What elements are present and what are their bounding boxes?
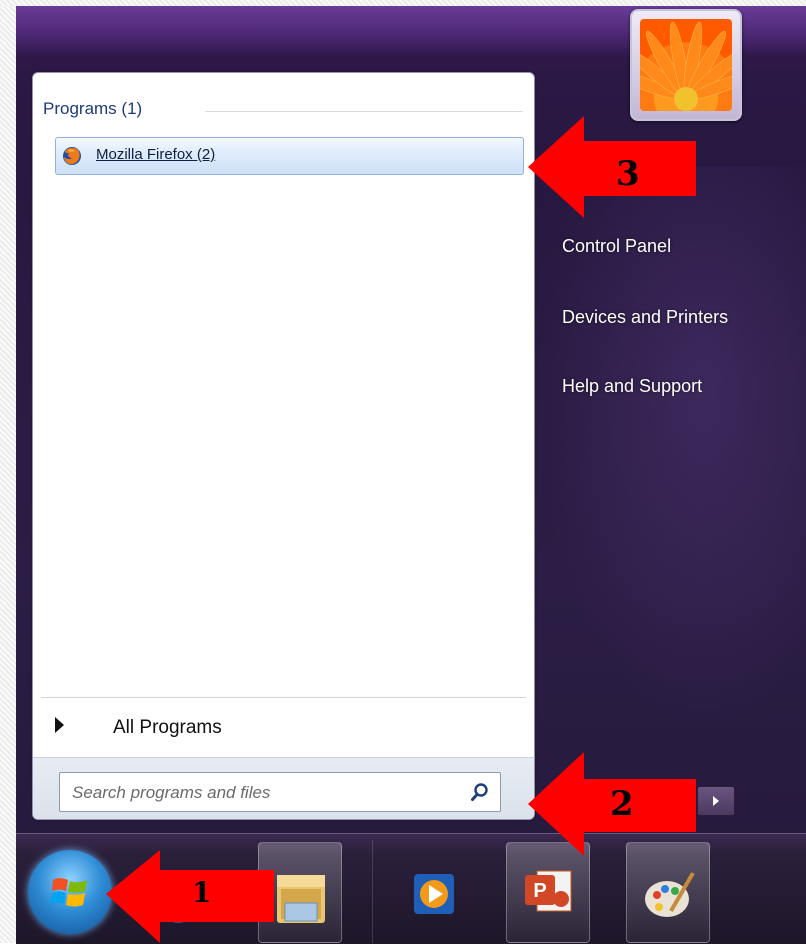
annotation-arrow-3: 3 <box>528 116 698 218</box>
header-divider <box>205 111 523 112</box>
search-results-pane: Programs (1) Mozilla Firefox (2) All Pro… <box>32 72 535 820</box>
annotation-arrow-2: 2 <box>528 752 698 856</box>
svg-text:P: P <box>533 880 546 902</box>
flower-picture-icon <box>640 19 732 111</box>
triangle-right-icon <box>55 717 64 733</box>
all-programs-button[interactable]: All Programs <box>41 701 526 757</box>
shutdown-options-button[interactable] <box>697 786 735 816</box>
search-area <box>33 757 534 819</box>
windows-explorer-icon <box>277 875 325 923</box>
windows-start-icon <box>50 878 87 907</box>
taskbar-divider <box>372 840 373 943</box>
media-player-icon <box>414 874 454 914</box>
annotation-number-3: 3 <box>616 154 640 194</box>
devices-and-printers-link[interactable]: Devices and Printers <box>562 307 728 328</box>
paint-icon <box>645 871 695 917</box>
all-programs-label: All Programs <box>113 717 222 738</box>
search-input[interactable] <box>70 779 454 807</box>
taskbar-powerpoint[interactable]: P <box>506 842 590 943</box>
taskbar-media-player[interactable] <box>392 842 476 943</box>
annotation-arrow-1: 1 <box>106 850 276 943</box>
screenshot-border <box>0 0 16 943</box>
firefox-icon <box>63 147 81 165</box>
all-programs-divider <box>41 697 526 698</box>
start-button[interactable] <box>28 850 112 934</box>
search-box[interactable] <box>59 772 501 812</box>
taskbar-paint[interactable] <box>626 842 710 943</box>
control-panel-link[interactable]: Control Panel <box>562 236 671 257</box>
annotation-number-1: 1 <box>192 876 212 909</box>
help-and-support-link[interactable]: Help and Support <box>562 376 702 397</box>
user-picture[interactable] <box>630 9 742 121</box>
annotation-number-2: 2 <box>610 784 634 824</box>
powerpoint-icon: P <box>525 870 572 912</box>
programs-header: Programs (1) <box>43 99 143 118</box>
search-icon[interactable] <box>470 782 490 802</box>
program-result-firefox[interactable]: Mozilla Firefox (2) <box>55 137 524 175</box>
program-result-label: Mozilla Firefox (2) <box>96 146 216 163</box>
